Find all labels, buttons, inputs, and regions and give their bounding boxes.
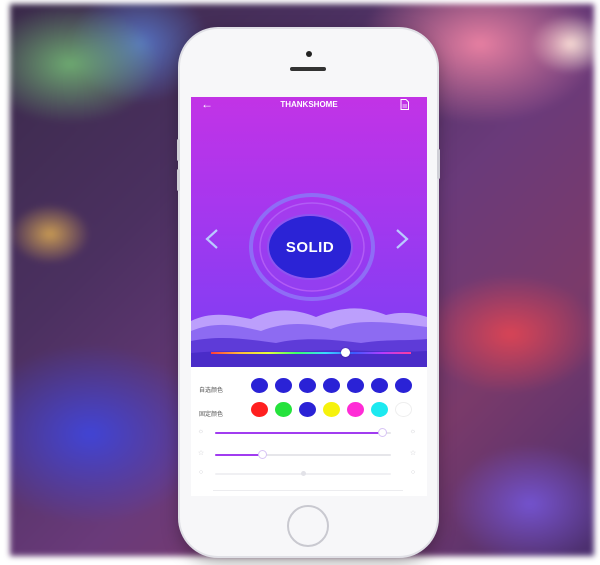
color-spectrum-slider[interactable] bbox=[211, 352, 411, 354]
third-slider-knob[interactable] bbox=[301, 471, 306, 476]
mountain-illustration bbox=[191, 308, 427, 367]
fixed-color-label: 固定颜色 bbox=[199, 412, 224, 418]
bottom-divider bbox=[213, 490, 403, 491]
top-bar: ← THANKSHOME bbox=[191, 97, 427, 113]
speed-fast-icon: ☆ bbox=[409, 450, 417, 457]
color-swatch[interactable] bbox=[347, 402, 364, 417]
mode-solid-button[interactable]: SOLID bbox=[267, 214, 353, 280]
color-swatch[interactable] bbox=[371, 402, 388, 417]
speed-slider-knob[interactable] bbox=[258, 450, 268, 459]
color-swatch[interactable] bbox=[251, 402, 268, 417]
volume-up-button bbox=[177, 139, 180, 161]
spectrum-slider-knob[interactable] bbox=[341, 348, 350, 357]
color-swatch[interactable] bbox=[395, 402, 412, 417]
custom-color-label: 自选颜色 bbox=[199, 388, 224, 394]
brightness-high-icon: ☼ bbox=[409, 428, 417, 435]
color-swatch[interactable] bbox=[251, 378, 268, 393]
color-swatch[interactable] bbox=[299, 378, 316, 393]
brightness-slider-knob[interactable] bbox=[377, 428, 387, 437]
speed-slider-fill bbox=[215, 454, 263, 456]
speed-slow-icon: ☆ bbox=[197, 450, 205, 457]
hero-panel: ← THANKSHOME SOLID bbox=[191, 97, 427, 367]
home-button[interactable] bbox=[287, 505, 329, 547]
color-swatch[interactable] bbox=[323, 378, 340, 393]
app-title: THANKSHOME bbox=[280, 100, 338, 109]
brightness-low-icon: ☼ bbox=[197, 428, 205, 435]
front-camera bbox=[306, 51, 312, 57]
color-swatch[interactable] bbox=[323, 402, 340, 417]
color-swatch[interactable] bbox=[275, 402, 292, 417]
color-swatch[interactable] bbox=[299, 402, 316, 417]
brightness-slider-fill bbox=[215, 432, 383, 434]
color-swatch[interactable] bbox=[275, 378, 292, 393]
setting-high-icon: ○ bbox=[410, 469, 416, 476]
setting-low-icon: ○ bbox=[198, 469, 204, 476]
phone-device: ← THANKSHOME SOLID 自选颜色 固定颜色 ☼ ☼ ☆ ☆ ○ ○ bbox=[177, 29, 440, 556]
color-swatch[interactable] bbox=[395, 378, 412, 393]
app-screen: ← THANKSHOME SOLID 自选颜色 固定颜色 ☼ ☼ ☆ ☆ ○ ○ bbox=[191, 97, 427, 496]
color-swatch[interactable] bbox=[371, 378, 388, 393]
speed-slider[interactable] bbox=[215, 454, 391, 456]
earpiece-speaker bbox=[290, 67, 326, 71]
brightness-slider[interactable] bbox=[215, 432, 391, 434]
volume-down-button bbox=[177, 169, 180, 191]
chevron-left-icon[interactable] bbox=[204, 228, 220, 250]
chevron-right-icon[interactable] bbox=[394, 228, 410, 250]
power-button bbox=[437, 149, 440, 179]
document-icon[interactable] bbox=[400, 99, 409, 110]
color-swatch[interactable] bbox=[347, 378, 364, 393]
